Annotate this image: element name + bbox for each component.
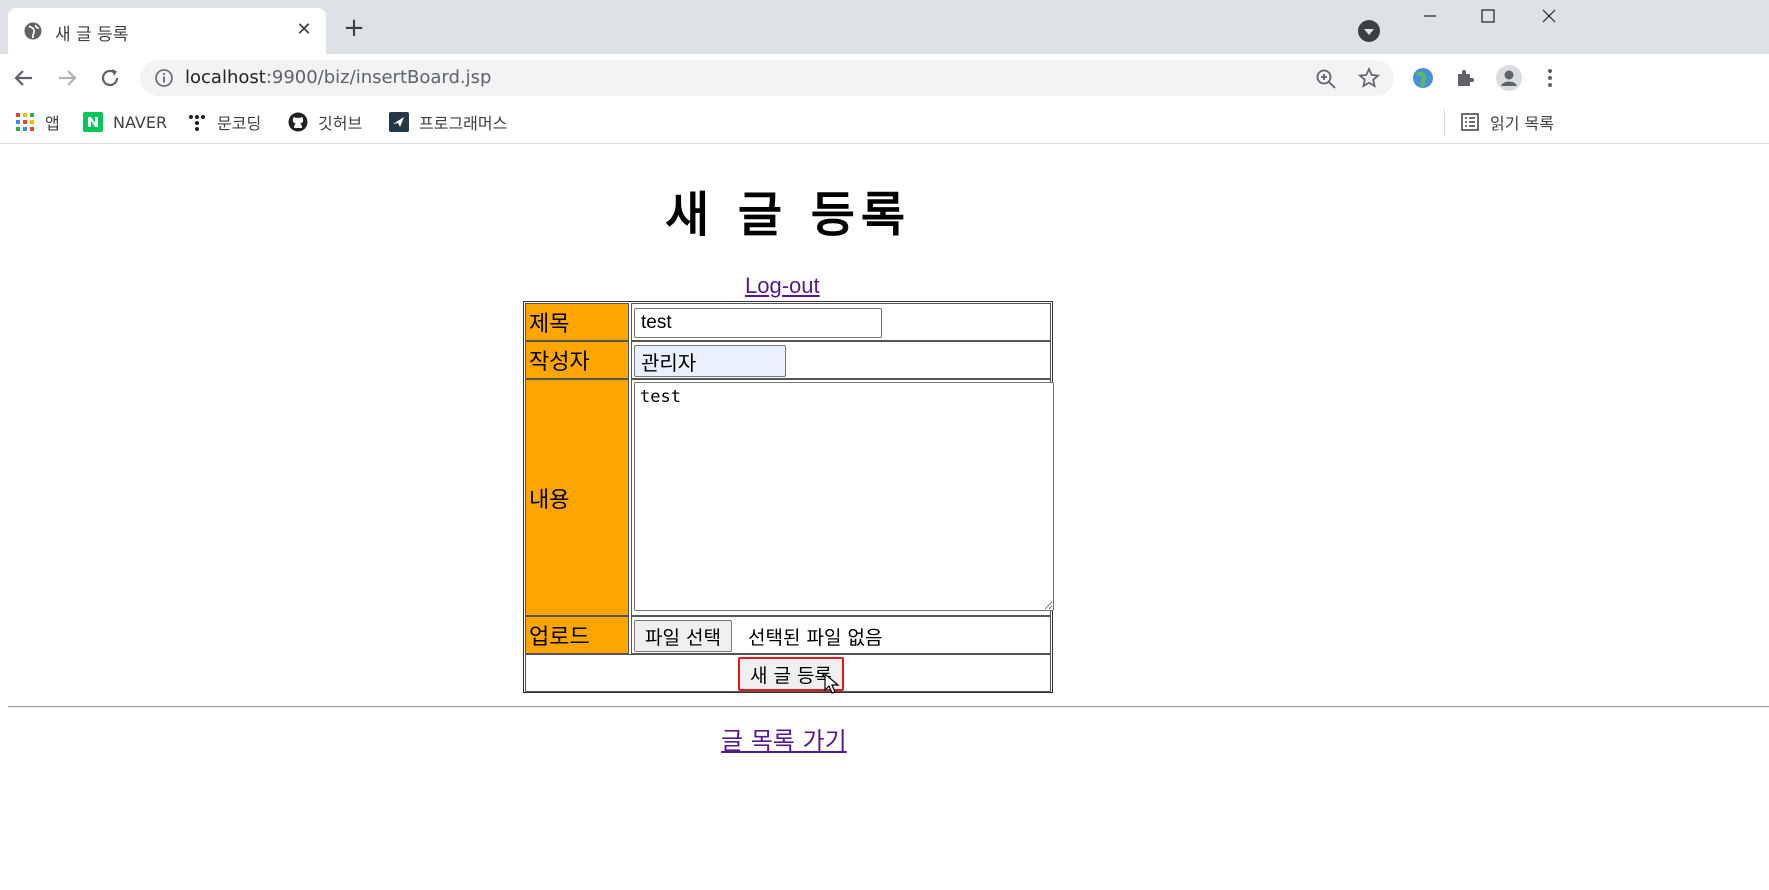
apps-grid-icon: [16, 113, 34, 131]
writer-input[interactable]: [634, 345, 786, 377]
horizontal-rule: [8, 706, 1769, 708]
tab-search-icon[interactable]: [1358, 20, 1380, 42]
back-arrow-icon[interactable]: [10, 64, 38, 92]
submit-row: 새 글 등록: [525, 654, 1051, 694]
reading-list-icon: [1461, 113, 1479, 131]
upload-row: 업로드 파일 선택 선택된 파일 없음: [525, 616, 1051, 654]
bookmark-naver[interactable]: NAVER: [83, 110, 167, 134]
title-input[interactable]: [634, 308, 882, 338]
writer-label: 작성자: [525, 341, 629, 379]
submit-cell: 새 글 등록: [525, 654, 1051, 694]
bookmark-programmers[interactable]: 프로그래머스: [389, 110, 507, 134]
title-row: 제목: [525, 303, 1051, 341]
title-label: 제목: [525, 303, 629, 341]
bookmarks-bar: 앱 NAVER 문코딩 깃허브 프로그래머스 읽기 목록: [0, 102, 1769, 144]
address-bar[interactable]: localhost:9900/biz/insertBoard.jsp: [140, 60, 1394, 96]
bookmark-label: 프로그래머스: [419, 114, 508, 133]
mouse-cursor-icon: [824, 673, 840, 694]
programmers-icon: [389, 112, 409, 132]
bookmark-star-icon[interactable]: [1358, 67, 1380, 89]
browser-toolbar: localhost:9900/biz/insertBoard.jsp: [0, 54, 1769, 102]
tab-title: 새 글 등록: [55, 25, 129, 45]
bookmark-label: 깃허브: [318, 114, 363, 133]
bookmark-label: 문코딩: [217, 114, 262, 133]
choose-file-button[interactable]: 파일 선택: [634, 620, 732, 652]
reload-icon[interactable]: [96, 64, 124, 92]
profile-avatar-icon[interactable]: [1495, 64, 1523, 92]
writer-row: 작성자: [525, 341, 1051, 379]
browser-tab[interactable]: 새 글 등록 ✕: [8, 8, 326, 54]
page-content: 새 글 등록 Log-out 제목 작성자 내용 test 업로드: [0, 145, 1769, 890]
globe-icon: [24, 22, 42, 40]
title-cell: [631, 303, 1051, 341]
bookmark-apps[interactable]: 앱: [15, 110, 60, 134]
logout-link[interactable]: Log-out: [745, 273, 820, 299]
bookmark-github[interactable]: 깃허브: [288, 110, 362, 134]
content-label: 내용: [525, 379, 629, 616]
reading-list-label: 읽기 목록: [1490, 114, 1554, 133]
close-tab-icon[interactable]: ✕: [294, 20, 314, 40]
tab-strip: 새 글 등록 ✕ +: [0, 0, 1769, 54]
writer-cell: [631, 341, 1051, 379]
url-text: localhost:9900/biz/insertBoard.jsp: [185, 67, 492, 88]
file-status-text: 선택된 파일 없음: [748, 627, 883, 649]
bookmark-label: NAVER: [113, 112, 168, 132]
maximize-icon[interactable]: [1476, 4, 1500, 28]
moncoding-icon: [189, 115, 205, 131]
extension-globe-icon[interactable]: [1411, 66, 1435, 90]
zoom-icon[interactable]: [1315, 68, 1337, 90]
bookmark-moncoding[interactable]: 문코딩: [187, 110, 261, 134]
bookmarks-divider: [1444, 109, 1445, 135]
upload-label: 업로드: [525, 616, 629, 654]
upload-cell: 파일 선택 선택된 파일 없음: [631, 616, 1051, 654]
info-icon[interactable]: [154, 68, 174, 88]
page-title: 새 글 등록: [664, 187, 912, 243]
extensions-puzzle-icon[interactable]: [1454, 66, 1478, 90]
github-icon: [288, 112, 308, 132]
insert-board-form: 제목 작성자 내용 test 업로드 파일 선택 선택된 파일 없음: [523, 301, 1054, 694]
content-cell: test: [631, 379, 1054, 616]
board-list-link[interactable]: 글 목록 가기: [721, 721, 847, 756]
more-menu-icon[interactable]: [1538, 66, 1562, 90]
minimize-icon[interactable]: [1418, 4, 1442, 28]
window-close-icon[interactable]: [1537, 4, 1561, 28]
forward-arrow-icon[interactable]: [53, 64, 81, 92]
content-row: 내용 test: [525, 379, 1054, 616]
content-textarea[interactable]: test: [634, 382, 1054, 611]
naver-icon: [83, 112, 103, 132]
new-tab-icon[interactable]: +: [342, 15, 366, 41]
bookmark-label: 앱: [45, 114, 60, 133]
reading-list[interactable]: 읽기 목록: [1460, 110, 1554, 134]
